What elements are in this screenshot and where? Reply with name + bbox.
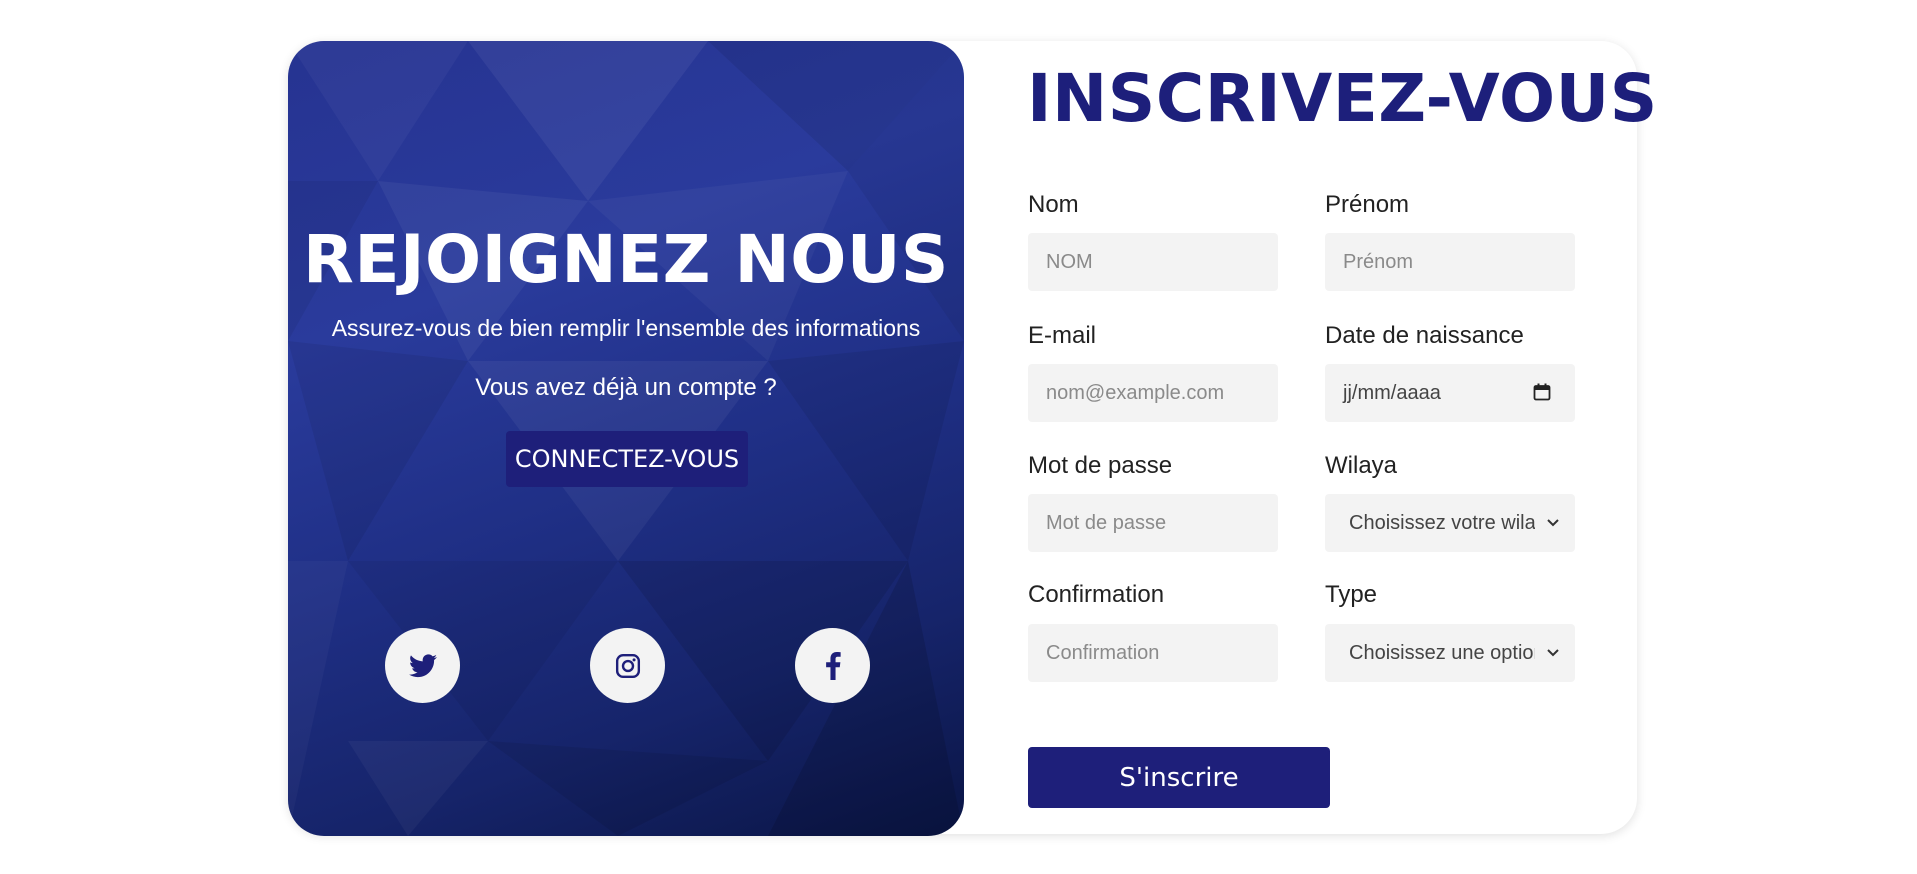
submit-button[interactable]: S'inscrire <box>1028 747 1330 808</box>
prenom-input[interactable]: Prénom <box>1325 233 1575 291</box>
login-button[interactable]: CONNECTEZ-VOUS <box>506 431 748 487</box>
join-panel: REJOIGNEZ NOUS Assurez-vous de bien remp… <box>288 41 964 836</box>
join-title: REJOIGNEZ NOUS <box>303 221 949 298</box>
twitter-icon <box>408 653 437 677</box>
chevron-down-icon <box>1547 519 1559 527</box>
facebook-icon <box>825 651 841 680</box>
calendar-icon[interactable] <box>1533 383 1551 401</box>
signup-title: INSCRIVEZ-VOUS <box>1027 60 1658 137</box>
type-select[interactable]: Choisissez une option <box>1325 624 1575 682</box>
wilaya-select[interactable]: Choisissez votre wilaya <box>1325 494 1575 552</box>
email-label: E-mail <box>1028 322 1097 349</box>
facebook-button[interactable] <box>795 628 870 703</box>
birthdate-input[interactable]: jj/mm/aaaa <box>1325 364 1575 422</box>
instagram-icon <box>615 653 640 678</box>
confirmation-input[interactable]: Confirmation <box>1028 624 1278 682</box>
chevron-down-icon <box>1547 649 1559 657</box>
password-input[interactable]: Mot de passe <box>1028 494 1278 552</box>
twitter-button[interactable] <box>385 628 460 703</box>
nom-label: Nom <box>1028 191 1079 218</box>
email-input[interactable]: nom@example.com <box>1028 364 1278 422</box>
type-selected: Choisissez une option <box>1349 641 1535 664</box>
password-label: Mot de passe <box>1028 452 1173 479</box>
nom-input[interactable]: NOM <box>1028 233 1278 291</box>
instagram-button[interactable] <box>590 628 665 703</box>
birthdate-label: Date de naissance <box>1325 322 1524 349</box>
prenom-label: Prénom <box>1325 191 1410 218</box>
confirmation-label: Confirmation <box>1028 581 1165 608</box>
wilaya-label: Wilaya <box>1325 452 1398 479</box>
wilaya-selected: Choisissez votre wilaya <box>1349 511 1535 534</box>
existing-account-question: Vous avez déjà un compte ? <box>475 374 777 401</box>
join-subtitle: Assurez-vous de bien remplir l'ensemble … <box>331 315 921 341</box>
birthdate-value: jj/mm/aaaa <box>1343 381 1441 404</box>
type-label: Type <box>1325 581 1378 608</box>
